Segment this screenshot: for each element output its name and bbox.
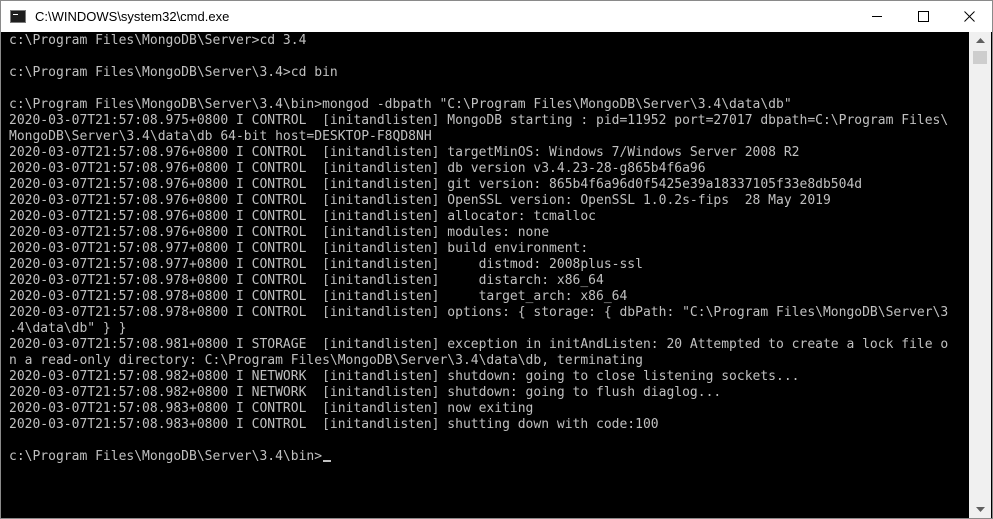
console-line: 2020-03-07T21:57:08.977+0800 I CONTROL [… xyxy=(9,257,643,272)
console-line: c:\Program Files\MongoDB\Server\3.4\bin> xyxy=(9,449,948,465)
console-line: 2020-03-07T21:57:08.976+0800 I CONTROL [… xyxy=(9,193,831,208)
console-line: 2020-03-07T21:57:08.982+0800 I NETWORK [… xyxy=(9,385,722,400)
console-line: n a read-only directory: C:\Program File… xyxy=(9,353,643,368)
console-line: c:\Program Files\MongoDB\Server>cd 3.4 xyxy=(9,33,307,48)
vertical-scrollbar[interactable] xyxy=(969,32,991,518)
scroll-up-arrow-icon xyxy=(975,38,985,43)
console-app-icon[interactable] xyxy=(10,10,26,23)
text-cursor xyxy=(323,460,332,462)
scroll-up-button[interactable] xyxy=(969,32,991,49)
close-icon xyxy=(963,11,975,22)
scroll-thumb[interactable] xyxy=(973,51,987,64)
console-line: c:\Program Files\MongoDB\Server\3.4\bin>… xyxy=(9,97,792,112)
console-line: 2020-03-07T21:57:08.978+0800 I CONTROL [… xyxy=(9,289,628,304)
console-line: 2020-03-07T21:57:08.976+0800 I CONTROL [… xyxy=(9,177,863,192)
console-lines: c:\Program Files\MongoDB\Server>cd 3.4 c:… xyxy=(9,33,948,465)
console-line: 2020-03-07T21:57:08.981+0800 I STORAGE [… xyxy=(9,337,949,352)
minimize-icon xyxy=(871,16,882,17)
console-line: 2020-03-07T21:57:08.976+0800 I CONTROL [… xyxy=(9,161,706,176)
console-line: 2020-03-07T21:57:08.978+0800 I CONTROL [… xyxy=(9,305,949,320)
maximize-icon xyxy=(917,11,929,22)
console-line: MongoDB\Server\3.4\data\db 64-bit host=D… xyxy=(9,129,432,144)
console-line: 2020-03-07T21:57:08.983+0800 I CONTROL [… xyxy=(9,417,659,432)
console-line: 2020-03-07T21:57:08.976+0800 I CONTROL [… xyxy=(9,145,800,160)
console-line: 2020-03-07T21:57:08.977+0800 I CONTROL [… xyxy=(9,241,589,256)
console-line: 2020-03-07T21:57:08.982+0800 I NETWORK [… xyxy=(9,369,800,384)
title-bar[interactable]: C:\WINDOWS\system32\cmd.exe xyxy=(1,1,992,32)
minimize-button[interactable] xyxy=(854,1,900,32)
console-line: 2020-03-07T21:57:08.976+0800 I CONTROL [… xyxy=(9,209,596,224)
console-line: 2020-03-07T21:57:08.975+0800 I CONTROL [… xyxy=(9,113,949,128)
console-line: 2020-03-07T21:57:08.978+0800 I CONTROL [… xyxy=(9,273,604,288)
scroll-down-button[interactable] xyxy=(969,501,991,518)
console-output[interactable]: c:\Program Files\MongoDB\Server>cd 3.4 c:… xyxy=(2,32,969,518)
console-line: .4\data\db" } } xyxy=(9,321,127,336)
close-button[interactable] xyxy=(946,1,992,32)
window-title: C:\WINDOWS\system32\cmd.exe xyxy=(35,9,230,24)
console-line: c:\Program Files\MongoDB\Server\3.4>cd b… xyxy=(9,65,338,80)
console-line: 2020-03-07T21:57:08.983+0800 I CONTROL [… xyxy=(9,401,534,416)
window-controls xyxy=(854,1,992,32)
maximize-button[interactable] xyxy=(900,1,946,32)
cmd-window: C:\WINDOWS\system32\cmd.exe c:\Program F… xyxy=(0,0,993,519)
console-line: 2020-03-07T21:57:08.976+0800 I CONTROL [… xyxy=(9,225,550,240)
scroll-down-arrow-icon xyxy=(975,507,985,512)
